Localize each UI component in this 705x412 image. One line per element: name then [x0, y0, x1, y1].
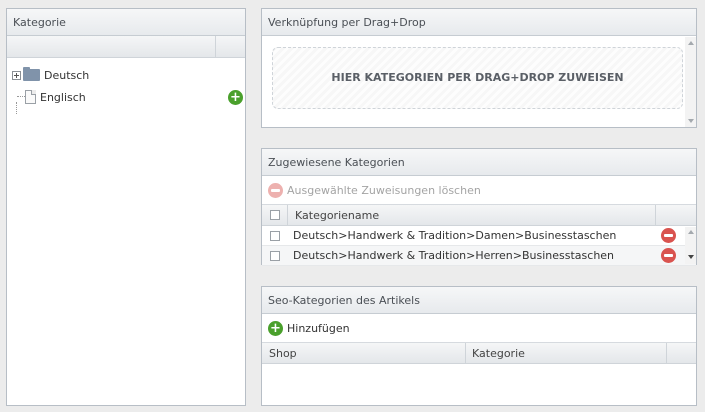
delete-selected-label: Ausgewählte Zuweisungen löschen	[287, 183, 481, 197]
folder-icon	[23, 67, 40, 81]
dragdrop-panel: Verknüpfung per Drag+Drop HIER KATEGORIE…	[261, 8, 697, 128]
seo-panel-title: Seo-Kategorien des Artikels	[262, 287, 696, 314]
dragdrop-panel-title: Verknüpfung per Drag+Drop	[262, 9, 696, 36]
row-checkbox[interactable]	[270, 230, 280, 241]
add-seo-category-button[interactable]: + Hinzufügen	[262, 314, 696, 342]
scroll-down-icon[interactable]	[687, 119, 694, 123]
assigned-panel-title: Zugewiesene Kategorien	[262, 149, 696, 176]
table-row[interactable]: Deutsch>Handwerk & Tradition>Damen>Busin…	[262, 226, 696, 246]
tree-node-englisch[interactable]: Englisch +	[7, 86, 245, 114]
category-path: Deutsch>Handwerk & Tradition>Herren>Busi…	[293, 249, 615, 262]
assigned-categories-panel: Zugewiesene Kategorien Ausgewählte Zuwei…	[261, 148, 697, 266]
add-category-icon[interactable]: +	[228, 90, 243, 105]
tree-node-label[interactable]: Deutsch	[44, 69, 89, 82]
delete-row-icon[interactable]	[661, 248, 676, 263]
category-path: Deutsch>Handwerk & Tradition>Damen>Busin…	[293, 229, 617, 242]
tree-node-deutsch[interactable]: Deutsch	[7, 64, 245, 86]
delete-row-icon[interactable]	[661, 228, 676, 243]
expand-icon[interactable]	[12, 70, 21, 80]
table-row[interactable]: Deutsch>Handwerk & Tradition>Herren>Busi…	[262, 246, 696, 266]
add-label: Hinzufügen	[287, 321, 350, 335]
kategorie-panel: Kategorie Deutsch Englisch +	[6, 8, 246, 406]
assigned-scrollbar[interactable]	[685, 227, 696, 264]
tree-connector	[16, 102, 17, 114]
dragdrop-scrollbar[interactable]	[685, 37, 696, 127]
category-tree: Deutsch Englisch +	[7, 58, 245, 114]
remove-icon	[268, 182, 283, 198]
add-icon: +	[268, 320, 283, 336]
tree-node-label[interactable]: Englisch	[40, 91, 86, 104]
assigned-grid-header: Kategoriename	[262, 204, 696, 226]
seo-grid-header: Shop Kategorie	[262, 342, 696, 364]
delete-selected-button[interactable]: Ausgewählte Zuweisungen löschen	[262, 176, 696, 204]
tree-connector	[17, 96, 25, 97]
dropzone[interactable]: HIER KATEGORIEN PER DRAG+DROP ZUWEISEN	[272, 47, 683, 109]
select-all-checkbox[interactable]	[270, 210, 280, 220]
column-header-kategorie[interactable]: Kategorie	[472, 347, 525, 360]
seo-categories-panel: Seo-Kategorien des Artikels + Hinzufügen…	[261, 286, 697, 406]
column-header-shop[interactable]: Shop	[269, 347, 297, 360]
document-icon	[25, 90, 36, 104]
row-checkbox[interactable]	[270, 250, 280, 261]
scroll-up-icon[interactable]	[687, 230, 694, 234]
scroll-down-icon[interactable]	[687, 255, 694, 259]
column-header-kategoriename[interactable]: Kategoriename	[295, 209, 379, 222]
kategorie-panel-title: Kategorie	[7, 9, 245, 36]
kategorie-grid-header	[7, 36, 245, 58]
scroll-up-icon[interactable]	[687, 41, 694, 45]
